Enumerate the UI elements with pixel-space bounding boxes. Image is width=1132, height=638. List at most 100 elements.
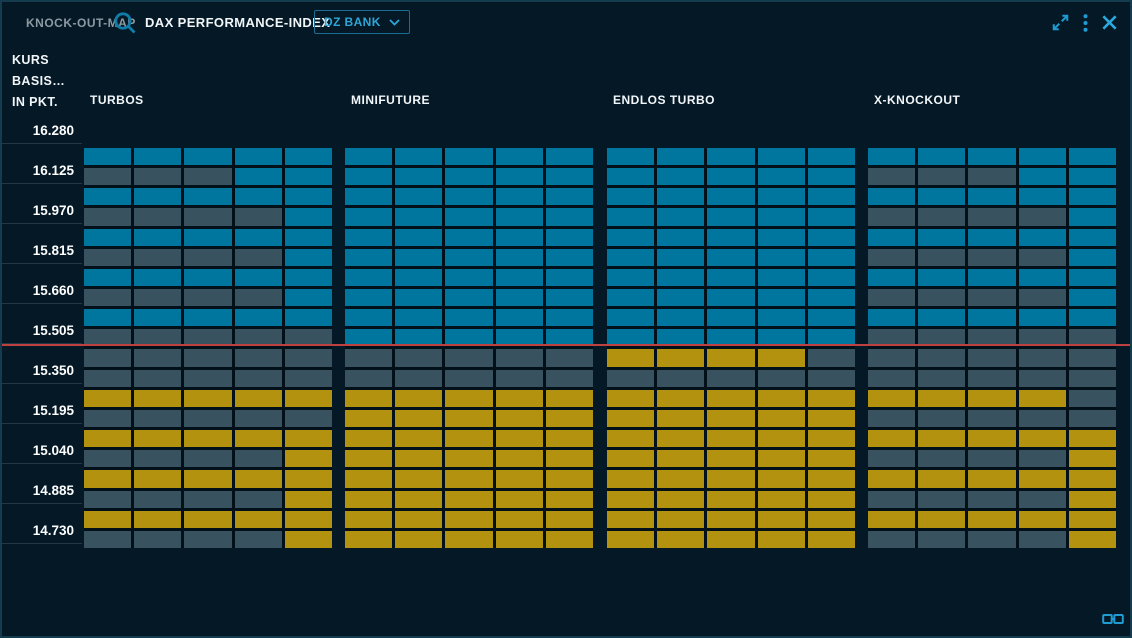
heatmap-cell[interactable] bbox=[1069, 269, 1116, 286]
heatmap-cell[interactable] bbox=[84, 511, 131, 528]
heatmap-cell[interactable] bbox=[1019, 269, 1066, 286]
heatmap-cell[interactable] bbox=[285, 430, 332, 447]
heatmap-cell[interactable] bbox=[345, 531, 392, 548]
heatmap-cell[interactable] bbox=[184, 511, 231, 528]
heatmap-cell[interactable] bbox=[968, 410, 1015, 427]
heatmap-cell[interactable] bbox=[184, 309, 231, 326]
heatmap-cell[interactable] bbox=[758, 390, 805, 407]
heatmap-cell[interactable] bbox=[1019, 491, 1066, 508]
heatmap-cell[interactable] bbox=[235, 390, 282, 407]
heatmap-cell[interactable] bbox=[84, 269, 131, 286]
heatmap-cell[interactable] bbox=[496, 450, 543, 467]
heatmap-cell[interactable] bbox=[345, 188, 392, 205]
heatmap-cell[interactable] bbox=[758, 491, 805, 508]
heatmap-cell[interactable] bbox=[707, 450, 754, 467]
heatmap-cell[interactable] bbox=[868, 208, 915, 225]
heatmap-cell[interactable] bbox=[918, 289, 965, 306]
heatmap-cell[interactable] bbox=[808, 430, 855, 447]
heatmap-cell[interactable] bbox=[134, 511, 181, 528]
heatmap-cell[interactable] bbox=[968, 450, 1015, 467]
heatmap-cell[interactable] bbox=[235, 370, 282, 387]
heatmap-cell[interactable] bbox=[758, 188, 805, 205]
heatmap-cell[interactable] bbox=[1069, 511, 1116, 528]
heatmap-cell[interactable] bbox=[496, 309, 543, 326]
heatmap-cell[interactable] bbox=[918, 208, 965, 225]
heatmap-cell[interactable] bbox=[134, 349, 181, 366]
heatmap-cell[interactable] bbox=[184, 531, 231, 548]
heatmap-cell[interactable] bbox=[918, 470, 965, 487]
heatmap-cell[interactable] bbox=[395, 450, 442, 467]
heatmap-cell[interactable] bbox=[134, 188, 181, 205]
heatmap-cell[interactable] bbox=[918, 229, 965, 246]
heatmap-cell[interactable] bbox=[707, 491, 754, 508]
heatmap-cell[interactable] bbox=[808, 309, 855, 326]
heatmap-cell[interactable] bbox=[868, 168, 915, 185]
heatmap-cell[interactable] bbox=[868, 450, 915, 467]
heatmap-cell[interactable] bbox=[134, 390, 181, 407]
heatmap-cell[interactable] bbox=[345, 511, 392, 528]
heatmap-cell[interactable] bbox=[968, 390, 1015, 407]
heatmap-cell[interactable] bbox=[84, 410, 131, 427]
heatmap-cell[interactable] bbox=[345, 430, 392, 447]
heatmap-cell[interactable] bbox=[235, 511, 282, 528]
heatmap-cell[interactable] bbox=[84, 188, 131, 205]
heatmap-cell[interactable] bbox=[918, 370, 965, 387]
heatmap-cell[interactable] bbox=[758, 370, 805, 387]
heatmap-cell[interactable] bbox=[235, 208, 282, 225]
heatmap-cell[interactable] bbox=[918, 349, 965, 366]
heatmap-cell[interactable] bbox=[607, 470, 654, 487]
heatmap-cell[interactable] bbox=[496, 470, 543, 487]
heatmap-cell[interactable] bbox=[445, 309, 492, 326]
heatmap-cell[interactable] bbox=[657, 148, 704, 165]
heatmap-cell[interactable] bbox=[1019, 249, 1066, 266]
heatmap-cell[interactable] bbox=[395, 249, 442, 266]
heatmap-cell[interactable] bbox=[607, 208, 654, 225]
heatmap-cell[interactable] bbox=[546, 370, 593, 387]
heatmap-cell[interactable] bbox=[395, 370, 442, 387]
heatmap-cell[interactable] bbox=[758, 249, 805, 266]
heatmap-cell[interactable] bbox=[968, 249, 1015, 266]
heatmap-cell[interactable] bbox=[395, 289, 442, 306]
heatmap-cell[interactable] bbox=[758, 309, 805, 326]
heatmap-cell[interactable] bbox=[657, 188, 704, 205]
heatmap-cell[interactable] bbox=[546, 229, 593, 246]
heatmap-cell[interactable] bbox=[134, 450, 181, 467]
heatmap-cell[interactable] bbox=[808, 148, 855, 165]
heatmap-cell[interactable] bbox=[968, 491, 1015, 508]
heatmap-cell[interactable] bbox=[84, 148, 131, 165]
heatmap-cell[interactable] bbox=[657, 309, 704, 326]
heatmap-cell[interactable] bbox=[808, 229, 855, 246]
heatmap-cell[interactable] bbox=[445, 430, 492, 447]
heatmap-cell[interactable] bbox=[445, 491, 492, 508]
heatmap-cell[interactable] bbox=[808, 511, 855, 528]
heatmap-cell[interactable] bbox=[707, 349, 754, 366]
heatmap-cell[interactable] bbox=[607, 370, 654, 387]
heatmap-cell[interactable] bbox=[285, 390, 332, 407]
heatmap-cell[interactable] bbox=[707, 410, 754, 427]
heatmap-cell[interactable] bbox=[134, 430, 181, 447]
heatmap-cell[interactable] bbox=[285, 289, 332, 306]
heatmap-cell[interactable] bbox=[184, 229, 231, 246]
heatmap-cell[interactable] bbox=[546, 249, 593, 266]
heatmap-cell[interactable] bbox=[395, 491, 442, 508]
heatmap-cell[interactable] bbox=[707, 470, 754, 487]
heatmap-cell[interactable] bbox=[657, 390, 704, 407]
heatmap-cell[interactable] bbox=[758, 208, 805, 225]
menu-kebab-icon[interactable] bbox=[1083, 14, 1088, 32]
heatmap-cell[interactable] bbox=[395, 390, 442, 407]
heatmap-cell[interactable] bbox=[607, 531, 654, 548]
heatmap-cell[interactable] bbox=[395, 148, 442, 165]
heatmap-cell[interactable] bbox=[445, 349, 492, 366]
heatmap-cell[interactable] bbox=[607, 168, 654, 185]
heatmap-cell[interactable] bbox=[808, 269, 855, 286]
heatmap-cell[interactable] bbox=[607, 229, 654, 246]
heatmap-cell[interactable] bbox=[445, 208, 492, 225]
heatmap-cell[interactable] bbox=[445, 531, 492, 548]
heatmap-cell[interactable] bbox=[1019, 430, 1066, 447]
heatmap-cell[interactable] bbox=[1069, 531, 1116, 548]
heatmap-cell[interactable] bbox=[345, 208, 392, 225]
heatmap-cell[interactable] bbox=[968, 430, 1015, 447]
heatmap-cell[interactable] bbox=[235, 309, 282, 326]
heatmap-cell[interactable] bbox=[707, 148, 754, 165]
heatmap-cell[interactable] bbox=[395, 511, 442, 528]
